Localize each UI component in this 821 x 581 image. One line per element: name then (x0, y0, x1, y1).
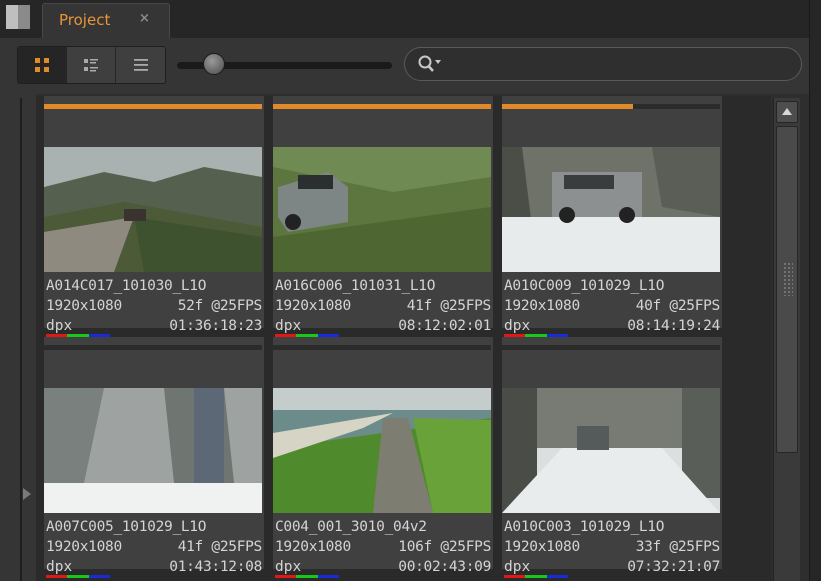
cache-progress-bar (502, 104, 720, 109)
slider-handle[interactable] (203, 53, 225, 75)
clip-resolution: 1920x1080 (275, 298, 351, 314)
clip-frames: 52f @25FPS (177, 298, 263, 314)
clip-thumbnail[interactable] (273, 388, 491, 513)
clip-timecode: 08:14:19:24 (627, 318, 720, 334)
clip-format: dpx (46, 318, 73, 334)
panel-edge (809, 0, 821, 581)
rgb-channel-indicator (504, 575, 568, 578)
cache-progress-bar (44, 345, 262, 350)
view-mode-group (17, 46, 166, 84)
progress-fill (273, 104, 491, 109)
clip-name: C004_001_3010_04v2 (275, 519, 427, 535)
clip-resolution: 1920x1080 (46, 298, 122, 314)
tab-project-label: Project (59, 11, 111, 29)
progress-fill (44, 104, 262, 109)
clip-resolution: 1920x1080 (46, 539, 122, 555)
grid-view-icon (35, 58, 49, 72)
clip-frames: 33f @25FPS (635, 539, 721, 555)
cache-progress-bar (273, 104, 491, 109)
clip-card[interactable]: A007C005_101029_L1O 1920x1080 41f @25FPS… (44, 337, 264, 578)
grip-icon (783, 262, 793, 296)
cache-progress-bar (502, 345, 720, 350)
clip-format: dpx (46, 559, 73, 575)
clip-timecode: 01:36:18:23 (169, 318, 262, 334)
scroll-up-button[interactable] (776, 101, 798, 123)
clip-resolution: 1920x1080 (504, 298, 580, 314)
rgb-channel-indicator (275, 575, 339, 578)
clip-name: A016C006_101031_L1O (275, 278, 436, 294)
toolbar (0, 38, 821, 94)
search-icon[interactable] (417, 54, 443, 74)
detail-view-icon (84, 59, 98, 72)
scroll-thumb[interactable] (776, 126, 798, 453)
clip-card[interactable]: A010C003_101029_L1O 1920x1080 33f @25FPS… (502, 337, 722, 578)
clip-timecode: 01:43:12:08 (169, 559, 262, 575)
left-collapse-strip (0, 94, 36, 581)
clip-thumbnail[interactable] (502, 147, 720, 272)
clip-card[interactable]: C004_001_3010_04v2 1920x1080 106f @25FPS… (273, 337, 493, 578)
clip-format: dpx (504, 318, 531, 334)
clip-timecode: 08:12:02:01 (398, 318, 491, 334)
cache-progress-bar (44, 104, 262, 109)
expand-arrow-icon[interactable] (23, 488, 31, 500)
divider (20, 98, 22, 581)
list-view-button[interactable] (116, 47, 165, 83)
grid-view-button[interactable] (18, 47, 67, 83)
tab-bar: Project × (0, 0, 821, 39)
detail-view-button[interactable] (67, 47, 116, 83)
tab-project[interactable]: Project × (42, 3, 170, 39)
cache-progress-bar (273, 345, 491, 350)
list-view-icon (133, 59, 148, 71)
panel-menu-icon[interactable] (6, 5, 30, 29)
clip-thumbnail[interactable] (502, 388, 720, 513)
clip-card[interactable]: A014C017_101030_L1O 1920x1080 52f @25FPS… (44, 96, 264, 337)
clip-name: A007C005_101029_L1O (46, 519, 207, 535)
clip-timecode: 07:32:21:07 (627, 559, 720, 575)
clip-card[interactable]: A010C009_101029_L1O 1920x1080 40f @25FPS… (502, 96, 722, 337)
clip-resolution: 1920x1080 (275, 539, 351, 555)
vertical-scrollbar[interactable] (773, 98, 800, 581)
clip-frames: 40f @25FPS (635, 298, 721, 314)
clip-format: dpx (504, 559, 531, 575)
clip-thumbnail[interactable] (44, 388, 262, 513)
progress-fill (502, 104, 633, 109)
clip-format: dpx (275, 318, 302, 334)
clip-name: A014C017_101030_L1O (46, 278, 207, 294)
clip-card[interactable]: A016C006_101031_L1O 1920x1080 41f @25FPS… (273, 96, 493, 337)
clip-name: A010C003_101029_L1O (504, 519, 665, 535)
clip-format: dpx (275, 559, 302, 575)
rgb-channel-indicator (46, 575, 110, 578)
clip-frames: 41f @25FPS (406, 298, 492, 314)
close-icon[interactable]: × (139, 11, 150, 26)
clip-thumbnail[interactable] (273, 147, 491, 272)
clip-frames: 106f @25FPS (398, 539, 491, 555)
clip-timecode: 00:02:43:09 (398, 559, 491, 575)
clip-name: A010C009_101029_L1O (504, 278, 665, 294)
clip-grid: A014C017_101030_L1O 1920x1080 52f @25FPS… (36, 96, 771, 581)
clip-frames: 41f @25FPS (177, 539, 263, 555)
clip-resolution: 1920x1080 (504, 539, 580, 555)
search-input[interactable] (404, 47, 802, 81)
clip-thumbnail[interactable] (44, 147, 262, 272)
